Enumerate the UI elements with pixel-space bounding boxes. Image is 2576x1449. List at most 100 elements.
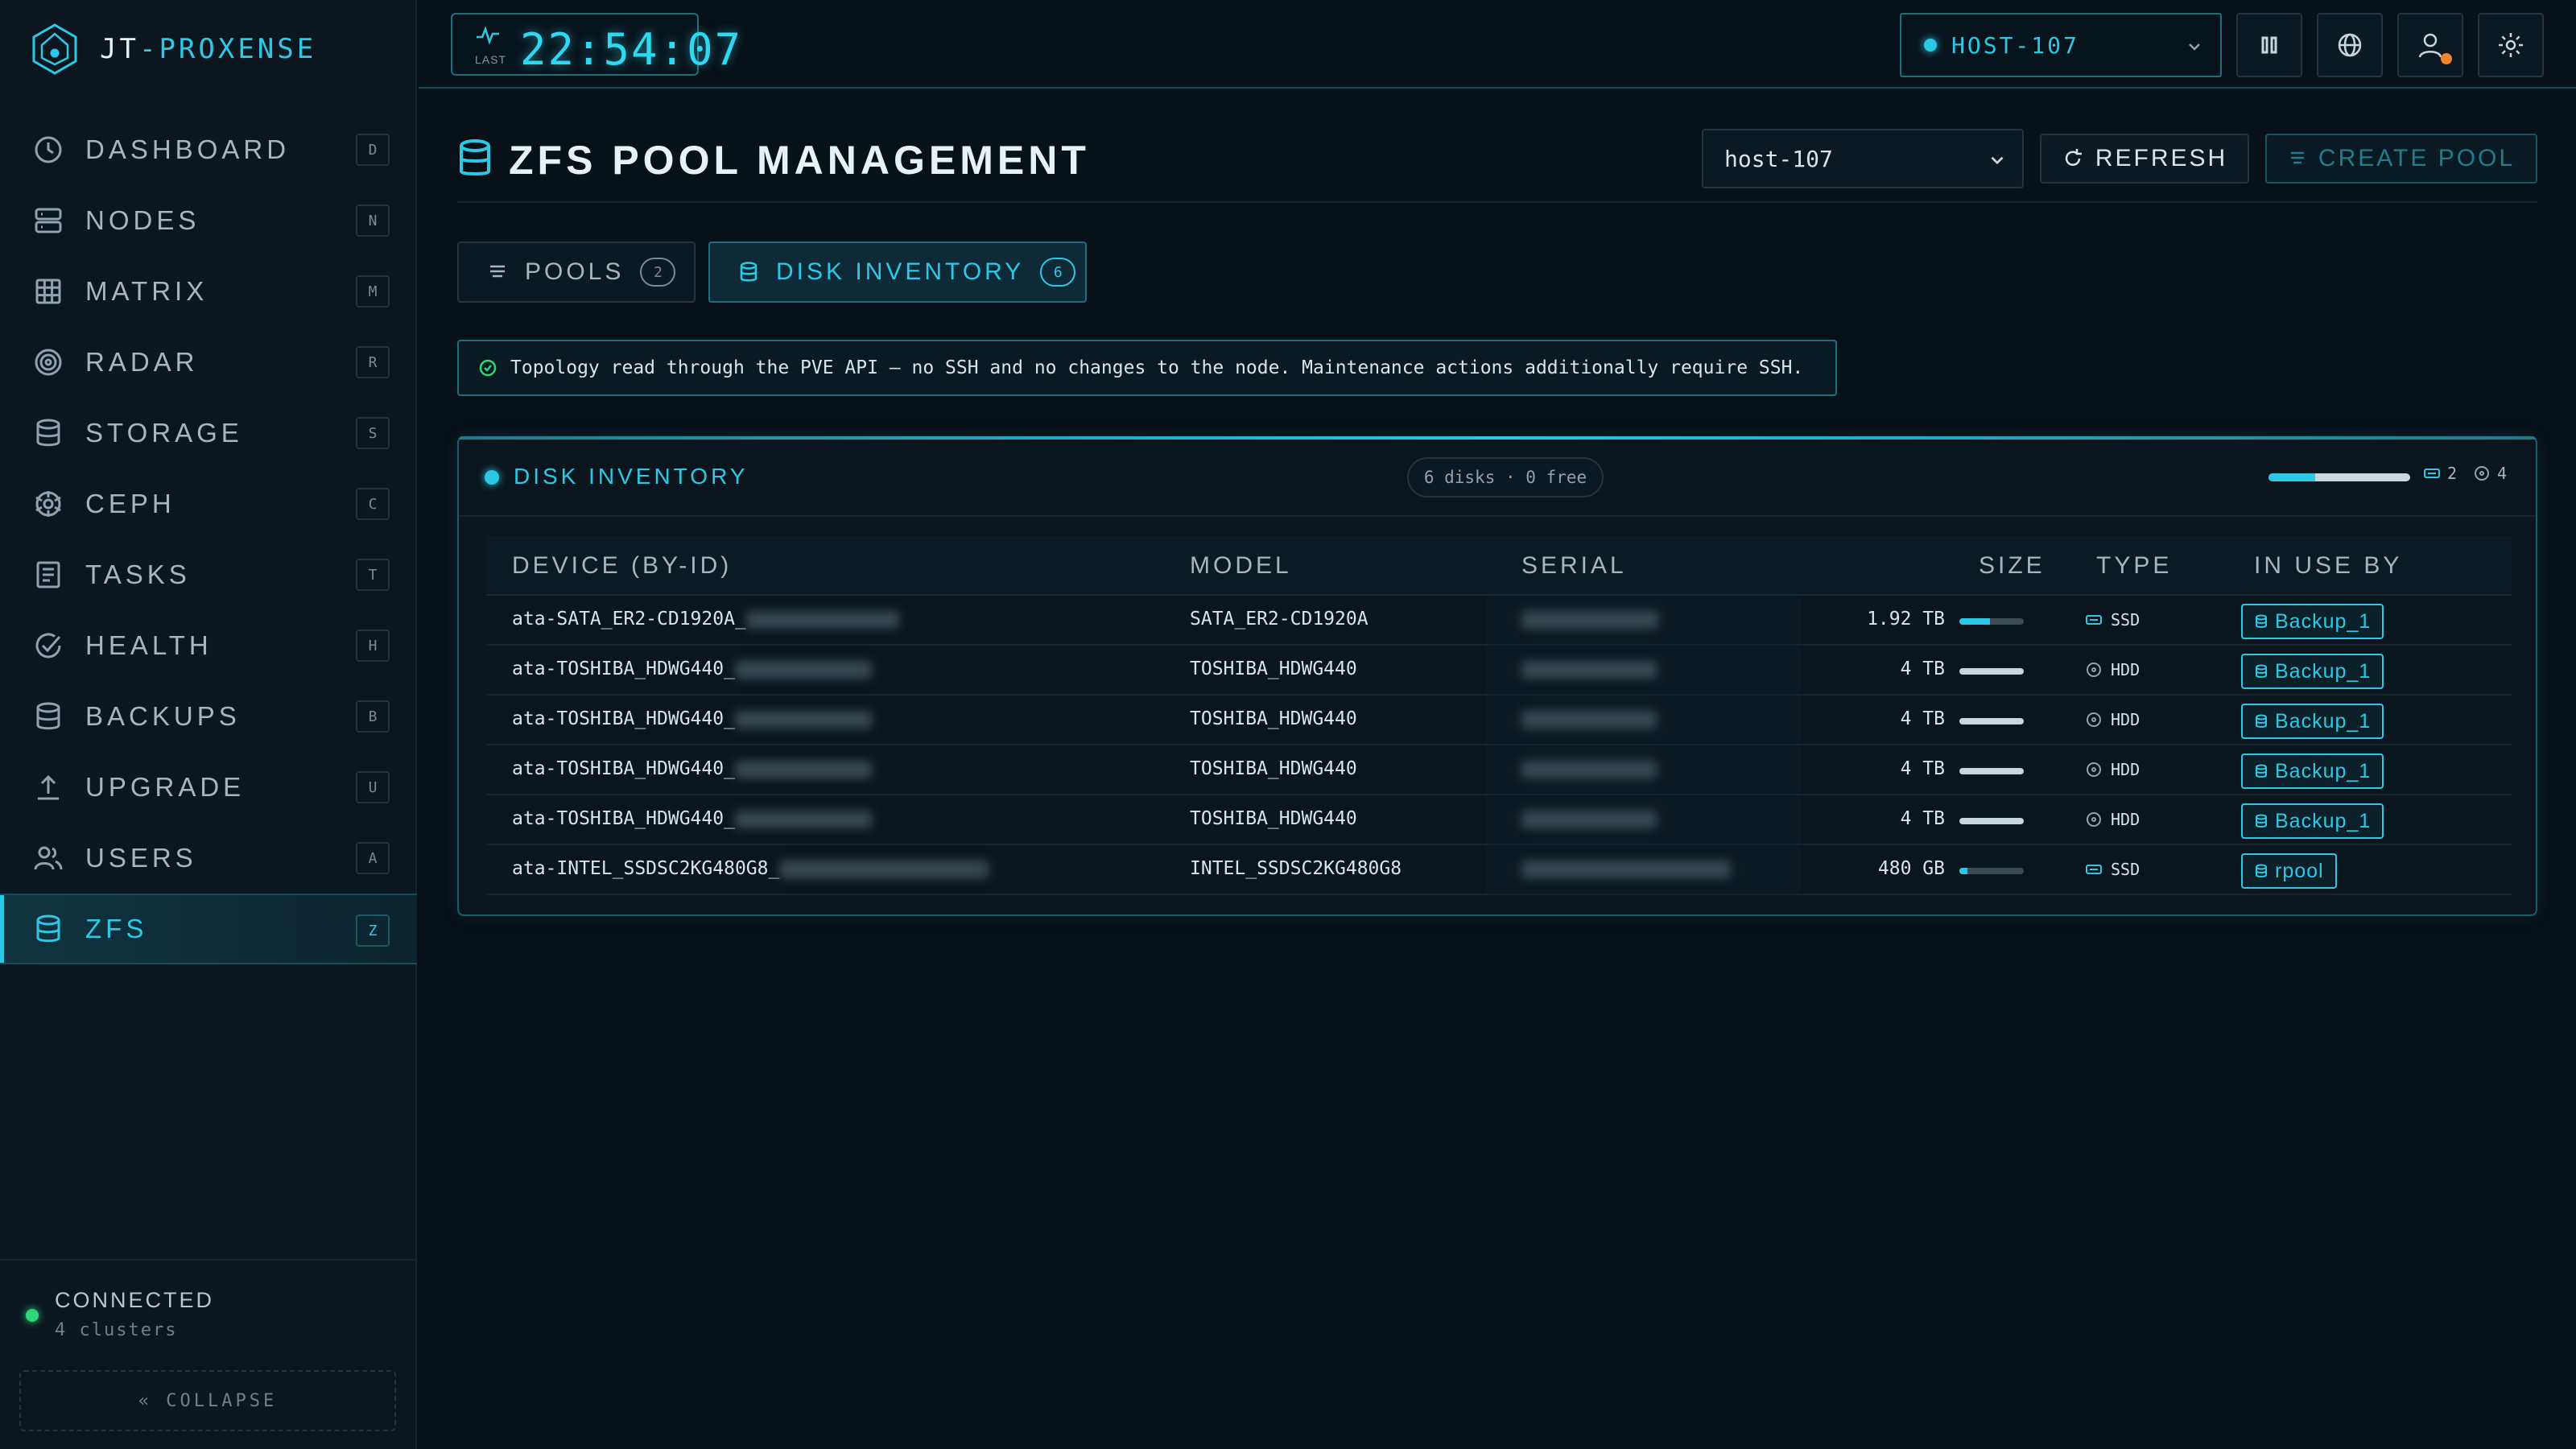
sidebar-item-label: CEPH bbox=[85, 489, 175, 518]
column-header-type[interactable]: TYPE bbox=[2096, 552, 2172, 580]
sidebar-item-label: NODES bbox=[85, 205, 200, 235]
host-select-value: HOST-107 bbox=[1951, 31, 2079, 59]
pool-link-badge[interactable]: Backup_1 bbox=[2241, 803, 2384, 839]
tab-disk-inventory[interactable]: DISK INVENTORY 6 bbox=[708, 242, 1087, 303]
host-select[interactable]: HOST-107 bbox=[1900, 13, 2222, 77]
shortcut-key-badge: B bbox=[356, 700, 390, 733]
tab-pools[interactable]: POOLS 2 bbox=[457, 242, 696, 303]
connection-status-dot bbox=[26, 1309, 39, 1322]
sidebar-item-dashboard[interactable]: DASHBOARD D bbox=[0, 114, 417, 185]
pool-link-badge[interactable]: Backup_1 bbox=[2241, 704, 2384, 739]
clock-time: 22:54:07 bbox=[520, 24, 743, 75]
table-row[interactable]: ata-TOSHIBA_HDWG440_ TOSHIBA_HDWG440 4 TB H… bbox=[486, 646, 2512, 696]
size: 4 TB bbox=[1900, 658, 1945, 679]
table-row[interactable]: ata-INTEL_SSDSC2KG480G8_ INTEL_SSDSC2KG48… bbox=[486, 845, 2512, 895]
last-update-clock: LAST 22:54:07 bbox=[451, 13, 741, 76]
sidebar-item-ceph[interactable]: CEPH C bbox=[0, 469, 417, 539]
column-header-in-use-by[interactable]: IN USE BY bbox=[2254, 552, 2402, 580]
table-header: DEVICE (BY-ID) MODEL SERIAL SIZE TYPE IN… bbox=[486, 536, 2512, 596]
redacted-serial bbox=[1521, 760, 1657, 778]
panel-status-dot bbox=[485, 470, 499, 485]
info-banner: Topology read through the PVE API — no S… bbox=[457, 340, 1837, 396]
shortcut-key-badge: H bbox=[356, 630, 390, 662]
column-header-model[interactable]: MODEL bbox=[1190, 552, 1292, 580]
database-icon bbox=[2256, 714, 2267, 728]
language-button[interactable] bbox=[2317, 13, 2383, 77]
sidebar-item-upgrade[interactable]: UPGRADE U bbox=[0, 752, 417, 823]
pool-link-badge[interactable]: rpool bbox=[2241, 853, 2337, 889]
user-icon bbox=[2418, 33, 2442, 58]
size-bar bbox=[1959, 618, 2024, 625]
disk-type: SSD bbox=[2085, 860, 2140, 879]
disk-inventory-panel: DISK INVENTORY 6 disks · 0 free 2 4 DEVI… bbox=[457, 436, 2537, 916]
disk-count-pill: 6 disks · 0 free bbox=[1407, 457, 1604, 497]
ssd-icon bbox=[2086, 615, 2102, 625]
sidebar-item-label: TASKS bbox=[85, 559, 191, 589]
sidebar-item-matrix[interactable]: MATRIX M bbox=[0, 256, 417, 327]
user-menu-button[interactable] bbox=[2397, 13, 2463, 77]
sidebar-nav: DASHBOARD D NODES N MATRIX M RADAR R STORAGE S CEP… bbox=[0, 114, 417, 964]
tab-count-badge: 6 bbox=[1040, 258, 1076, 287]
sidebar-item-label: HEALTH bbox=[85, 630, 213, 660]
sidebar-item-label: ZFS bbox=[85, 914, 148, 943]
ceph-icon bbox=[35, 491, 61, 517]
shortcut-key-badge: S bbox=[356, 417, 390, 449]
redacted-serial-suffix bbox=[745, 610, 899, 629]
sidebar-item-health[interactable]: HEALTH H bbox=[0, 610, 417, 681]
refresh-button[interactable]: REFRESH bbox=[2040, 134, 2249, 184]
size: 4 TB bbox=[1900, 808, 1945, 829]
sidebar-item-nodes[interactable]: NODES N bbox=[0, 185, 417, 256]
radar-icon bbox=[35, 349, 62, 376]
create-pool-button[interactable]: CREATE POOL bbox=[2265, 134, 2537, 184]
topbar: LAST 22:54:07 HOST-107 bbox=[419, 0, 2576, 89]
column-header-size[interactable]: SIZE bbox=[1979, 552, 2046, 580]
sidebar-item-radar[interactable]: RADAR R bbox=[0, 327, 417, 398]
pool-link-badge[interactable]: Backup_1 bbox=[2241, 654, 2384, 689]
sidebar-item-backups[interactable]: BACKUPS B bbox=[0, 681, 417, 752]
collapse-button[interactable]: « COLLAPSE bbox=[19, 1370, 396, 1431]
pool-icon bbox=[490, 265, 505, 278]
gear-icon bbox=[2499, 33, 2523, 57]
create-pool-label: CREATE POOL bbox=[2318, 145, 2516, 171]
table-row[interactable]: ata-TOSHIBA_HDWG440_ TOSHIBA_HDWG440 4 TB H… bbox=[486, 696, 2512, 745]
table-row[interactable]: ata-TOSHIBA_HDWG440_ TOSHIBA_HDWG440 4 TB H… bbox=[486, 795, 2512, 845]
sidebar-item-zfs[interactable]: ZFS Z bbox=[0, 894, 417, 964]
size-bar bbox=[1959, 818, 2024, 824]
column-header-device[interactable]: DEVICE (BY-ID) bbox=[512, 552, 732, 580]
table-row[interactable]: ata-SATA_ER2-CD1920A_ SATA_ER2-CD1920A 1.9… bbox=[486, 596, 2512, 646]
sidebar-item-tasks[interactable]: TASKS T bbox=[0, 539, 417, 610]
divider bbox=[457, 201, 2537, 203]
sidebar-item-storage[interactable]: STORAGE S bbox=[0, 398, 417, 469]
panel-glow bbox=[459, 436, 2536, 440]
shortcut-key-badge: N bbox=[356, 204, 390, 237]
device-id: ata-SATA_ER2-CD1920A_ bbox=[512, 609, 899, 630]
redacted-serial bbox=[1521, 610, 1658, 629]
sidebar-item-label: BACKUPS bbox=[85, 701, 241, 731]
hexagon-logo-icon bbox=[32, 23, 77, 75]
shortcut-key-badge: D bbox=[356, 134, 390, 166]
server-icon bbox=[35, 208, 62, 233]
node-select[interactable]: host-107 bbox=[1702, 129, 2024, 188]
ssd-hdd-ratio-bar bbox=[2268, 473, 2410, 481]
panel-title: DISK INVENTORY bbox=[514, 464, 749, 489]
shortcut-key-badge: C bbox=[356, 488, 390, 520]
model: TOSHIBA_HDWG440 bbox=[1190, 708, 1357, 729]
database-icon bbox=[2256, 814, 2267, 828]
disk-type: HDD bbox=[2085, 760, 2140, 779]
sidebar-item-users[interactable]: USERS A bbox=[0, 823, 417, 894]
device-id: ata-TOSHIBA_HDWG440_ bbox=[512, 758, 872, 779]
brand[interactable]: JT-PROXENSE bbox=[31, 23, 316, 76]
database-icon bbox=[740, 262, 758, 282]
column-header-serial[interactable]: SERIAL bbox=[1521, 552, 1627, 580]
table-row[interactable]: ata-TOSHIBA_HDWG440_ TOSHIBA_HDWG440 4 TB H… bbox=[486, 745, 2512, 795]
pool-link-badge[interactable]: Backup_1 bbox=[2241, 604, 2384, 639]
node-select-value: host-107 bbox=[1724, 145, 1833, 172]
serial bbox=[1521, 808, 1657, 829]
serial bbox=[1521, 708, 1657, 729]
size-bar bbox=[1959, 868, 2024, 874]
model: SATA_ER2-CD1920A bbox=[1190, 609, 1368, 630]
pause-button[interactable] bbox=[2236, 13, 2302, 77]
ssd-ratio-fill bbox=[2268, 473, 2316, 481]
pool-link-badge[interactable]: Backup_1 bbox=[2241, 753, 2384, 789]
settings-button[interactable] bbox=[2478, 13, 2544, 77]
